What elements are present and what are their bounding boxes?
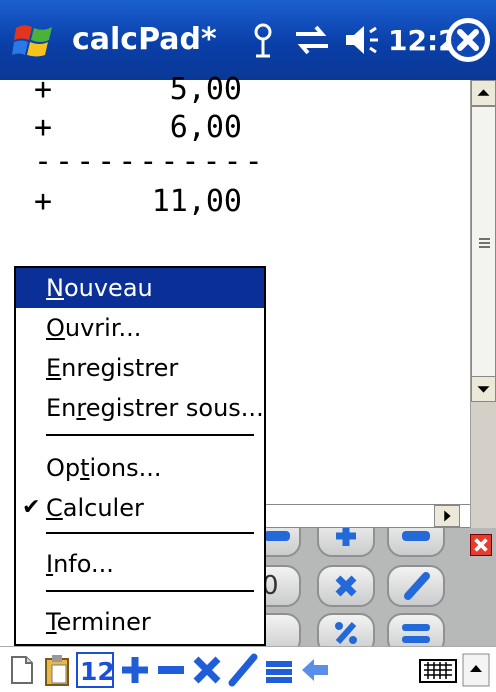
minus-key-icon[interactable] (387, 528, 445, 557)
keyboard-icon[interactable] (418, 653, 458, 687)
windows-start-icon[interactable] (12, 20, 58, 62)
horizontal-scrollbar[interactable] (266, 504, 470, 528)
vertical-scrollbar[interactable] (470, 80, 496, 528)
menu-separator (46, 590, 254, 592)
menu-accelerator: N (46, 274, 64, 302)
file-menu: Nouveau Ouvrir... Enregistrer Enregistre… (14, 266, 266, 646)
menu-item-options[interactable]: Options... (16, 448, 264, 488)
operator: + (34, 184, 53, 219)
menu-separator (46, 434, 254, 436)
menu-accelerator: O (46, 314, 65, 342)
dot-key-icon[interactable] (266, 613, 301, 646)
close-panel-icon[interactable] (470, 534, 492, 556)
menu-item-terminer[interactable]: Terminer (16, 602, 264, 642)
menu-accelerator: E (46, 354, 62, 382)
menu-label: egistrer sous... (85, 394, 264, 422)
numbers-icon: 12 (79, 655, 115, 686)
keypad-buttons: 0 (266, 528, 445, 646)
numbers-label: 12 (80, 657, 112, 686)
plus-key-icon[interactable] (317, 528, 375, 557)
menu-accelerator: r (76, 394, 86, 422)
close-icon[interactable] (446, 18, 490, 62)
bottom-toolbar: 12 (0, 646, 496, 692)
grip-icon (479, 238, 490, 248)
equals-key-icon[interactable] (387, 613, 445, 646)
menu-label: ions... (89, 454, 162, 482)
slash-key-icon[interactable] (387, 565, 445, 607)
scroll-right-icon[interactable] (434, 505, 460, 527)
menu-label-prefix: En (46, 394, 77, 422)
menu-accelerator: C (46, 494, 63, 522)
menu-label: alculer (62, 494, 144, 522)
separator-line: ----------- (34, 144, 266, 179)
back-arrow-icon[interactable] (298, 653, 332, 687)
zero-key-label: 0 (266, 571, 279, 601)
scroll-down-icon[interactable] (471, 376, 496, 402)
menu-item-info[interactable]: Info... (16, 544, 264, 584)
operator: + (34, 110, 53, 145)
scroll-thumb[interactable] (471, 106, 496, 378)
menu-accelerator: T (46, 608, 57, 636)
result-value: 11,00 (151, 184, 242, 219)
title-bar: calcPad* 12:23 (0, 0, 496, 80)
numbers-tool[interactable]: 12 (76, 652, 115, 688)
divide-icon[interactable] (226, 653, 260, 687)
minus-icon[interactable] (154, 653, 188, 687)
menu-label: ouveau (63, 274, 153, 302)
value: 5,00 (169, 72, 242, 107)
scroll-track[interactable] (471, 402, 496, 428)
speaker-icon[interactable] (344, 22, 386, 58)
paste-icon[interactable] (40, 653, 74, 687)
divide-key-icon[interactable] (266, 528, 301, 557)
menu-item-ouvrir[interactable]: Ouvrir... (16, 308, 264, 348)
menu-label: nfo... (53, 550, 114, 578)
new-document-icon[interactable] (4, 653, 38, 687)
scroll-up-icon[interactable] (471, 80, 496, 106)
result-line: + 11,00 (34, 184, 242, 224)
plus-icon[interactable] (118, 653, 152, 687)
menu-label: nregistrer (61, 354, 179, 382)
calc-line: + 5,00 (34, 72, 242, 112)
app-title: calcPad* (72, 22, 217, 57)
menu-accelerator: t (80, 454, 90, 482)
antenna-icon[interactable] (248, 22, 278, 58)
menu-label: erminer (56, 608, 151, 636)
menu-item-enregistrer[interactable]: Enregistrer (16, 348, 264, 388)
equals-icon[interactable] (262, 653, 296, 687)
operator: + (34, 72, 53, 107)
menu-item-enregistrer-sous[interactable]: Enregistrer sous... (16, 388, 264, 428)
sync-icon[interactable] (292, 22, 332, 58)
percent-key-icon[interactable] (317, 613, 375, 646)
multiply-icon[interactable] (190, 653, 224, 687)
checkmark-icon: ✔ (22, 495, 41, 520)
multiply-key-icon[interactable] (317, 565, 375, 607)
value: 6,00 (169, 110, 242, 145)
menu-label: uvrir... (64, 314, 142, 342)
menu-item-nouveau[interactable]: Nouveau (16, 268, 264, 308)
calculator-keypad: 0 (266, 528, 496, 646)
menu-label-prefix: Op (46, 454, 81, 482)
menu-item-calculer[interactable]: ✔ Calculer (16, 488, 264, 528)
sip-arrow-icon[interactable] (462, 653, 490, 687)
menu-separator (46, 532, 254, 534)
